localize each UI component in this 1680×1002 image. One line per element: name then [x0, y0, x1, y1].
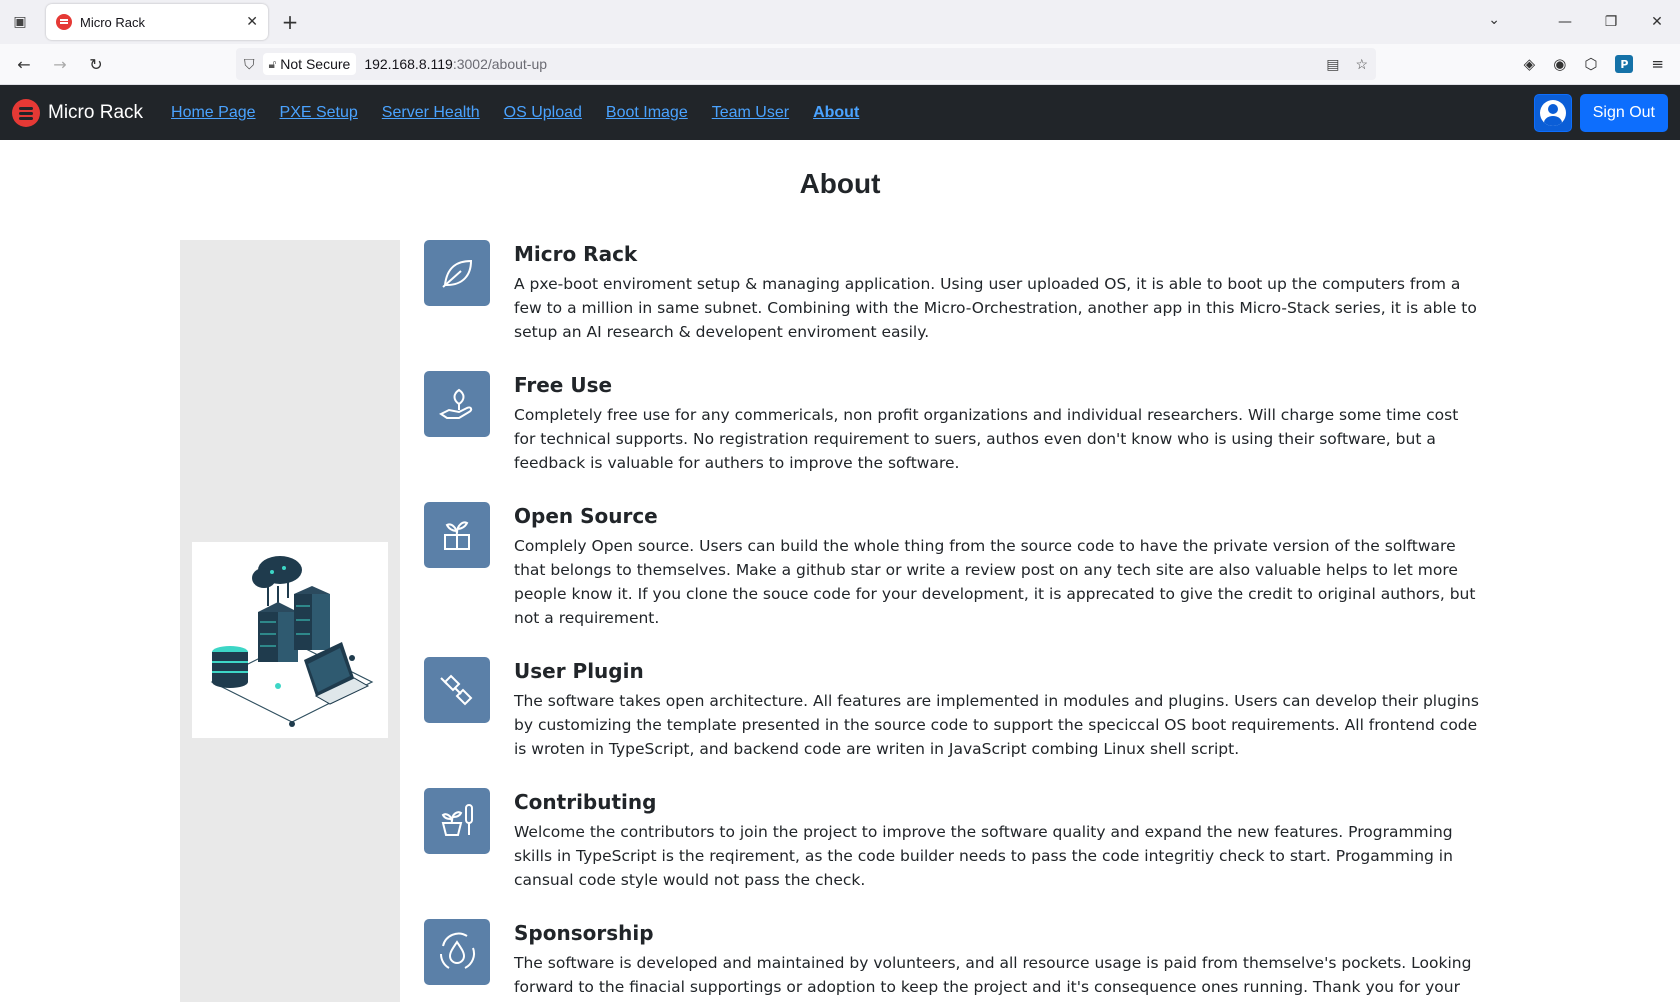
- feature-item: Contributing Welcome the contributors to…: [424, 788, 1480, 892]
- server-logo-icon: [12, 98, 40, 127]
- feature-text: The software takes open architecture. Al…: [514, 692, 1479, 758]
- insecure-lock-icon: 🔓︎: [268, 56, 277, 71]
- feature-list: Micro Rack A pxe-boot enviroment setup &…: [424, 240, 1480, 1002]
- tab-list-icon[interactable]: ▣: [0, 0, 40, 44]
- brand-name: Micro Rack: [48, 101, 144, 123]
- feature-text: A pxe-boot enviroment setup & managing a…: [514, 275, 1477, 341]
- reload-icon[interactable]: ↻: [80, 48, 112, 80]
- tab-title: Micro Rack: [80, 14, 146, 30]
- browser-tab[interactable]: Micro Rack ✕: [46, 4, 268, 40]
- security-indicator[interactable]: 🔓︎ Not Secure: [262, 53, 357, 75]
- feature-title: Micro Rack: [514, 242, 638, 266]
- url-path: :3002/about-up: [452, 56, 548, 72]
- side-panel: [180, 240, 400, 1002]
- pocket-icon[interactable]: ◈: [1524, 55, 1536, 73]
- feature-text: Completely free use for any commericals,…: [514, 406, 1459, 472]
- feature-text: Complely Open source. Users can build th…: [514, 537, 1476, 627]
- tab-overflow-chevron-icon[interactable]: ⌄: [1488, 12, 1500, 28]
- nav-link-about[interactable]: About: [813, 104, 859, 122]
- bookmark-star-icon[interactable]: ☆: [1355, 56, 1368, 73]
- forward-icon[interactable]: →: [44, 48, 76, 80]
- nav-link-boot-image[interactable]: Boot Image: [606, 104, 688, 122]
- back-icon[interactable]: ←: [8, 48, 40, 80]
- feature-title: Contributing: [514, 790, 657, 814]
- window-controls: — ❐ ✕: [1542, 0, 1680, 44]
- brand[interactable]: Micro Rack: [12, 98, 144, 127]
- sprout-box-icon: [424, 502, 490, 568]
- sign-out-button[interactable]: Sign Out: [1579, 94, 1668, 132]
- extensions-icon[interactable]: ⬡: [1584, 55, 1597, 73]
- menu-icon[interactable]: ≡: [1651, 55, 1664, 73]
- shield-icon[interactable]: ⛉: [244, 56, 255, 73]
- nav-link-team-user[interactable]: Team User: [712, 104, 789, 122]
- user-profile-button[interactable]: [1533, 94, 1572, 132]
- extension-badge-icon[interactable]: P: [1615, 55, 1634, 73]
- security-label: Not Secure: [280, 56, 351, 72]
- feature-item: Free Use Completely free use for any com…: [424, 371, 1480, 475]
- restore-icon[interactable]: ❐: [1588, 14, 1634, 30]
- minimize-icon[interactable]: —: [1542, 14, 1588, 30]
- address-bar[interactable]: ⛉ 🔓︎ Not Secure 192.168.8.119:3002/about…: [236, 48, 1376, 80]
- feature-text: The software is developed and maintained…: [514, 954, 1472, 996]
- nav-link-server-health[interactable]: Server Health: [382, 104, 480, 122]
- page-title: About: [799, 168, 881, 199]
- feature-text: Welcome the contributors to join the pro…: [514, 823, 1453, 889]
- feature-item: Open Source Complely Open source. Users …: [424, 502, 1480, 630]
- feature-title: User Plugin: [514, 659, 644, 683]
- browser-tabbar: ▣ Micro Rack ✕ + ⌄ — ❐ ✕: [0, 0, 1680, 44]
- nav-link-home[interactable]: Home Page: [171, 104, 256, 122]
- leaf-icon: [424, 240, 490, 306]
- browser-toolbar: ← → ↻ ⛉ 🔓︎ Not Secure 192.168.8.119:3002…: [0, 44, 1680, 85]
- app-navbar: Micro Rack Home Page PXE Setup Server He…: [0, 85, 1680, 140]
- feature-title: Sponsorship: [514, 921, 654, 945]
- nav-link-os-upload[interactable]: OS Upload: [504, 104, 582, 122]
- new-tab-icon[interactable]: +: [272, 4, 308, 40]
- favicon-icon: [56, 14, 72, 30]
- reader-view-icon[interactable]: ▤: [1326, 56, 1339, 73]
- feature-item: Micro Rack A pxe-boot enviroment setup &…: [424, 240, 1480, 344]
- recycle-drop-icon: [424, 919, 490, 985]
- feature-title: Open Source: [514, 504, 658, 528]
- close-tab-icon[interactable]: ✕: [246, 14, 258, 30]
- server-rack-illustration-icon: [210, 556, 374, 727]
- account-icon[interactable]: ◉: [1553, 55, 1566, 73]
- about-content: Micro Rack A pxe-boot enviroment setup &…: [0, 224, 1680, 1002]
- nav-links: Home Page PXE Setup Server Health OS Upl…: [171, 104, 859, 122]
- close-window-icon[interactable]: ✕: [1634, 14, 1680, 30]
- url-host: 192.168.8.119: [364, 56, 453, 72]
- user-avatar-icon: [1539, 100, 1566, 126]
- plug-icon: [424, 657, 490, 723]
- hand-plant-icon: [424, 371, 490, 437]
- server-illustration: [192, 542, 388, 738]
- feature-item: Sponsorship The software is developed an…: [424, 919, 1480, 1002]
- feature-title: Free Use: [514, 373, 613, 397]
- pot-trowel-icon: [424, 788, 490, 854]
- feature-item: User Plugin The software takes open arch…: [424, 657, 1480, 761]
- nav-link-pxe-setup[interactable]: PXE Setup: [280, 104, 358, 122]
